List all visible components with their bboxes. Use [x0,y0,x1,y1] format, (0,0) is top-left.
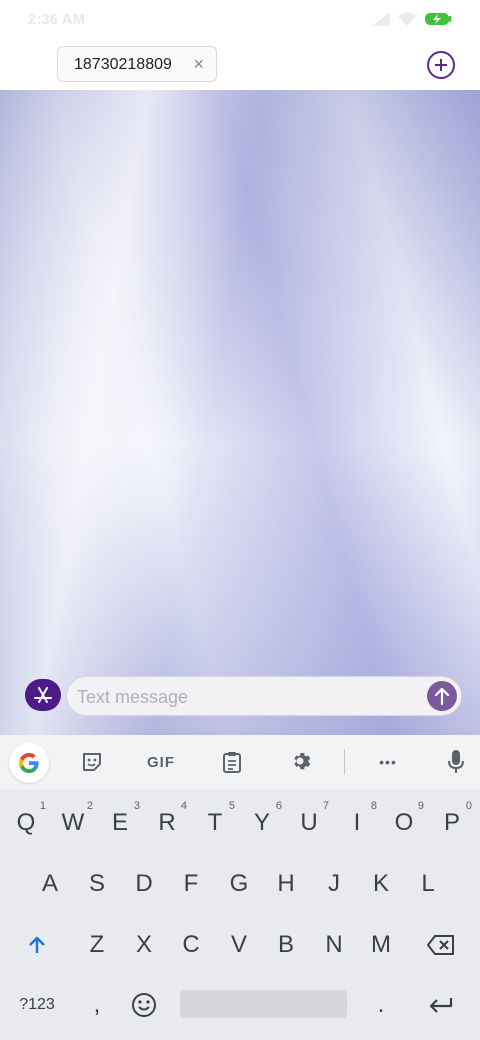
key-h[interactable]: H [263,859,309,909]
key-i[interactable]: 8I [334,798,380,848]
key-k[interactable]: K [358,859,404,909]
enter-icon [429,998,453,1013]
emoji-key[interactable] [121,980,167,1030]
remove-recipient-icon[interactable]: × [193,54,204,75]
enter-key[interactable] [418,980,464,1030]
key-u[interactable]: 7U [286,798,332,848]
gif-label: GIF [147,753,175,771]
clipboard-icon [223,752,241,773]
gif-button[interactable]: GIF [140,747,182,777]
recipient-number: 18730218809 [74,56,172,73]
key-label: O [394,809,414,836]
key-p[interactable]: 0P [429,798,475,848]
conversation-area [0,90,480,735]
key-o[interactable]: 9O [381,798,427,848]
key-label: T [207,809,223,836]
key-w[interactable]: 2W [50,798,96,848]
key-z[interactable]: Z [74,920,120,970]
key-s[interactable]: S [74,859,120,909]
key-hint: 4 [180,800,187,812]
comma-key[interactable]: , [74,980,120,1030]
app-store-icon [34,687,52,703]
key-hint: 3 [133,800,140,812]
toolbar-divider [344,749,345,775]
recipient-bar: 18730218809 × [0,40,480,90]
period-key[interactable]: . [358,980,404,1030]
key-d[interactable]: D [121,859,167,909]
key-t[interactable]: 5T [192,798,238,848]
key-label: R [158,809,176,836]
key-hint: 2 [86,800,93,812]
key-hint: 7 [322,800,329,812]
key-l[interactable]: L [405,859,451,909]
google-icon [19,753,39,773]
key-label: W [61,809,85,836]
status-time: 2:36 AM [28,11,85,28]
key-b[interactable]: B [263,920,309,970]
settings-button[interactable] [286,747,318,777]
wifi-icon [398,12,416,26]
key-label: E [111,809,128,836]
key-label: U [300,809,318,836]
google-button[interactable] [9,743,49,783]
key-hint: 9 [417,800,424,812]
key-hint: 1 [39,800,46,812]
key-label: Y [253,809,270,836]
keyboard-toolbar: GIF ••• [0,735,480,790]
send-button[interactable] [427,681,457,711]
clipboard-button[interactable] [216,747,248,777]
key-hint: 8 [370,800,377,812]
message-input[interactable] [77,685,417,709]
key-c[interactable]: C [168,920,214,970]
add-recipient-button[interactable] [427,51,455,79]
key-hint: 5 [228,800,235,812]
apps-button[interactable] [25,679,61,711]
backspace-icon [427,935,454,955]
key-q[interactable]: 1Q [3,798,49,848]
symbols-key[interactable]: ?123 [14,980,60,1030]
gear-icon [294,753,311,770]
key-m[interactable]: M [358,920,404,970]
sticker-icon [83,753,101,771]
sticker-button[interactable] [76,747,108,777]
key-f[interactable]: F [168,859,214,909]
battery-icon [425,13,451,25]
key-v[interactable]: V [216,920,262,970]
key-label: Q [16,809,36,836]
recipient-chip[interactable]: 18730218809 × [57,46,217,82]
space-bar[interactable] [180,990,347,1018]
keyboard: GIF ••• 1Q 2W 3E 4R 5T 6Y 7U 8 I 9 O 0 P… [0,735,480,1040]
key-j[interactable]: J [311,859,357,909]
key-g[interactable]: G [216,859,262,909]
key-e[interactable]: 3E [97,798,143,848]
status-bar: 2:36 AM [0,0,480,40]
key-label: I [353,809,361,836]
status-icons [372,12,452,26]
emoji-icon [132,993,156,1017]
shift-key[interactable] [14,920,60,970]
key-x[interactable]: X [121,920,167,970]
arrow-up-icon [434,687,450,706]
key-hint: 6 [275,800,282,812]
key-hint: 0 [465,800,472,812]
backspace-key[interactable] [418,920,464,970]
key-r[interactable]: 4R [144,798,190,848]
key-label: P [443,809,460,836]
voice-input-button[interactable] [440,747,472,777]
shift-arrow-icon [29,936,45,953]
compose-bar [66,676,462,716]
key-n[interactable]: N [311,920,357,970]
key-y[interactable]: 6Y [239,798,285,848]
key-a[interactable]: A [27,859,73,909]
more-button[interactable]: ••• [372,747,404,777]
signal-icon [372,12,390,26]
microphone-icon [448,750,464,773]
